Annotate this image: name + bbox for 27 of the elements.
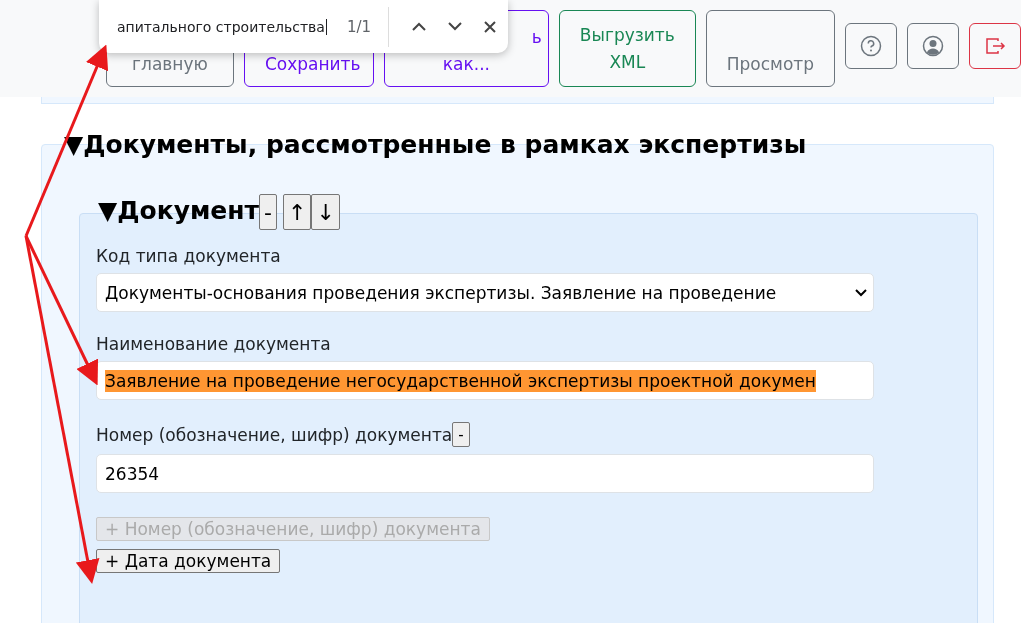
logout-icon bbox=[984, 35, 1006, 57]
field-label: Номер (обозначение, шифр) документа bbox=[96, 424, 453, 445]
close-icon bbox=[483, 19, 498, 34]
toolbar-button[interactable]: Выгрузить XML bbox=[558, 10, 696, 87]
chevron-icon bbox=[855, 288, 867, 297]
select-field[interactable]: Документы-основания проведения экспертизы. Заявление на проведение bbox=[96, 273, 874, 312]
chevron-up-icon bbox=[412, 22, 427, 31]
document-action-button[interactable]: ↓ bbox=[311, 194, 340, 230]
input-field[interactable]: 26354 bbox=[96, 454, 874, 493]
document-action-button[interactable]: - bbox=[259, 194, 278, 230]
logout-button[interactable] bbox=[969, 23, 1021, 69]
remove-button[interactable]: - bbox=[452, 422, 470, 447]
field-label: Наименование документа bbox=[96, 334, 331, 354]
find-query[interactable]: апитального строительства bbox=[117, 18, 327, 35]
input-field[interactable]: Заявление на проведение негосударственной экспертизы проектной докумен bbox=[96, 361, 874, 400]
user-button[interactable] bbox=[907, 23, 959, 69]
help-icon bbox=[860, 35, 882, 57]
document-title[interactable]: ▼Документ bbox=[98, 194, 260, 228]
user-icon bbox=[922, 35, 944, 57]
toolbar-button[interactable]: Просмотр bbox=[705, 10, 835, 87]
chevron-down-icon bbox=[447, 22, 462, 31]
match-count: 1/1 bbox=[346, 17, 373, 36]
document-action-button[interactable]: ↑ bbox=[283, 194, 312, 230]
section-title[interactable]: ▼Документы, рассмотренные в рамках экспертизы bbox=[64, 130, 807, 159]
field-label: Код типа документа bbox=[96, 246, 281, 266]
add-button[interactable]: + Дата документа bbox=[96, 549, 281, 573]
help-button[interactable] bbox=[845, 23, 897, 69]
